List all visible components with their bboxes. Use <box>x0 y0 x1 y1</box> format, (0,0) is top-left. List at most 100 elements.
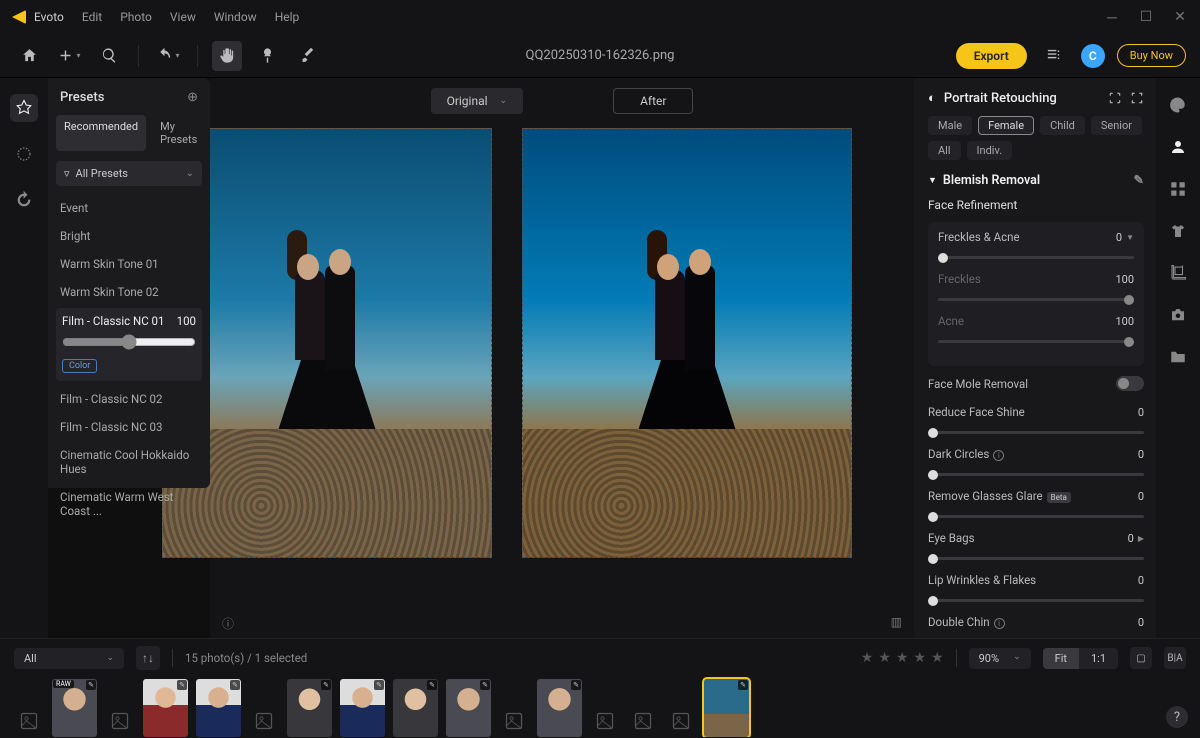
section-blemish-removal[interactable]: ▼ Blemish Removal ✎ <box>928 172 1144 188</box>
menu-photo[interactable]: Photo <box>120 10 152 24</box>
star-2[interactable]: ★ <box>878 650 891 666</box>
preset-item[interactable]: Warm Skin Tone 01 <box>56 250 202 278</box>
fit-button[interactable]: Fit <box>1043 648 1079 669</box>
portrait-retouch-icon[interactable] <box>1167 136 1189 158</box>
slider-input[interactable] <box>938 298 1134 301</box>
thumb-item[interactable]: ✎ <box>446 679 491 737</box>
gender-male[interactable]: Male <box>928 116 972 135</box>
preset-item[interactable]: Film - Classic NC 02 <box>56 385 202 413</box>
preset-item[interactable]: Warm Skin Tone 02 <box>56 278 202 306</box>
slider-input[interactable] <box>938 256 1134 259</box>
camera-icon[interactable] <box>1167 304 1189 326</box>
slider-input[interactable] <box>928 557 1144 560</box>
user-avatar[interactable]: C <box>1081 44 1105 68</box>
batch-icon[interactable] <box>1039 41 1069 71</box>
image-original[interactable] <box>162 128 492 558</box>
expand-icon[interactable] <box>1130 91 1144 105</box>
slider-input[interactable] <box>928 431 1144 434</box>
star-4[interactable]: ★ <box>913 650 926 666</box>
filmstrip-filter-dropdown[interactable]: All⌄ <box>14 648 124 669</box>
view-original-dropdown[interactable]: Original⌄ <box>431 88 524 114</box>
info-icon[interactable]: ⓘ <box>222 615 234 632</box>
undo-icon[interactable]: ▾ <box>153 41 183 71</box>
search-icon[interactable] <box>94 41 124 71</box>
add-icon[interactable]: ▾ <box>54 41 84 71</box>
preset-intensity-slider[interactable] <box>62 334 196 350</box>
slider-input[interactable] <box>928 473 1144 476</box>
single-view-icon[interactable]: ▢ <box>1130 647 1152 669</box>
image-after[interactable] <box>522 128 852 558</box>
thumb-placeholder[interactable] <box>249 705 279 737</box>
star-3[interactable]: ★ <box>896 650 909 666</box>
before-after-icon[interactable]: B|A <box>1164 647 1186 669</box>
edit-section-icon[interactable]: ✎ <box>1134 172 1144 188</box>
thumb-item[interactable]: ✎ <box>287 679 332 737</box>
menu-view[interactable]: View <box>170 10 196 24</box>
star-1[interactable]: ★ <box>861 650 874 666</box>
zoom-dropdown[interactable]: 90%⌄ <box>969 648 1031 669</box>
menu-help[interactable]: Help <box>275 10 300 24</box>
layout-icon[interactable]: ▥ <box>891 615 902 632</box>
thumb-placeholder[interactable] <box>590 705 620 737</box>
thumb-placeholder[interactable] <box>628 705 658 737</box>
add-preset-icon[interactable]: ⊕ <box>187 90 198 105</box>
thumb-placeholder[interactable] <box>14 705 44 737</box>
thumb-item[interactable]: ✎ <box>537 679 582 737</box>
thumb-placeholder[interactable] <box>105 705 135 737</box>
buy-now-button[interactable]: Buy Now <box>1117 44 1186 67</box>
chevron-right-icon[interactable]: ▶ <box>1138 534 1144 543</box>
slider-input[interactable] <box>928 515 1144 518</box>
home-icon[interactable] <box>14 41 44 71</box>
gender-senior[interactable]: Senior <box>1091 116 1142 135</box>
clothes-icon[interactable] <box>1167 220 1189 242</box>
thumb-item-selected[interactable]: ✎ <box>704 679 749 737</box>
thumb-placeholder[interactable] <box>666 705 696 737</box>
preset-item[interactable]: Event <box>56 194 202 222</box>
close-icon[interactable]: ✕ <box>1172 9 1188 26</box>
thumb-item[interactable]: ✎ <box>196 679 241 737</box>
preset-item[interactable]: Bright <box>56 222 202 250</box>
presets-category-dropdown[interactable]: ▿All Presets ⌄ <box>56 161 202 186</box>
gender-child[interactable]: Child <box>1040 116 1085 135</box>
preset-item[interactable]: Cinematic Warm West Coast ... <box>56 483 202 525</box>
brush-icon[interactable] <box>292 41 322 71</box>
folder-icon[interactable] <box>1167 346 1189 368</box>
thumb-item[interactable]: ✎ <box>340 679 385 737</box>
slider-input[interactable] <box>928 599 1144 602</box>
tab-recommended[interactable]: Recommended <box>56 115 146 151</box>
tree-icon[interactable] <box>252 41 282 71</box>
grid-icon[interactable] <box>1167 178 1189 200</box>
gender-female[interactable]: Female <box>978 116 1034 135</box>
thumb-item[interactable]: ✎ <box>393 679 438 737</box>
presets-tab-icon[interactable] <box>10 94 38 122</box>
hand-tool-icon[interactable] <box>212 41 242 71</box>
history-tab-icon[interactable] <box>10 186 38 214</box>
export-button[interactable]: Export <box>956 43 1027 69</box>
menu-edit[interactable]: Edit <box>82 10 102 24</box>
preset-item[interactable]: Film - Classic NC 03 <box>56 413 202 441</box>
crop-icon[interactable] <box>1167 262 1189 284</box>
menu-window[interactable]: Window <box>214 10 257 24</box>
thumb-item[interactable]: ✎ <box>143 679 188 737</box>
preset-item-selected[interactable]: Film - Classic NC 01 100 Color <box>56 308 202 381</box>
scan-face-icon[interactable] <box>1108 91 1122 105</box>
minimize-icon[interactable]: ─ <box>1104 9 1120 26</box>
onetoone-button[interactable]: 1:1 <box>1079 648 1118 669</box>
gender-all[interactable]: All <box>928 141 961 160</box>
tab-my-presets[interactable]: My Presets <box>152 115 205 151</box>
chevron-down-icon[interactable]: ▼ <box>1126 233 1134 242</box>
maximize-icon[interactable]: ☐ <box>1138 9 1154 26</box>
sort-icon[interactable]: ↑↓ <box>136 646 160 670</box>
help-icon[interactable]: ? <box>1166 706 1188 728</box>
gender-indiv[interactable]: Indiv. <box>967 141 1013 160</box>
info-icon[interactable]: i <box>994 618 1005 629</box>
color-palette-icon[interactable] <box>1167 94 1189 116</box>
preset-item[interactable]: Cinematic Cool Hokkaido Hues <box>56 441 202 483</box>
adjustments-tab-icon[interactable] <box>10 140 38 168</box>
slider-input[interactable] <box>938 340 1134 343</box>
star-5[interactable]: ★ <box>931 650 944 666</box>
toggle-switch[interactable] <box>1116 376 1144 391</box>
info-icon[interactable]: i <box>993 450 1004 461</box>
thumb-placeholder[interactable] <box>499 705 529 737</box>
thumb-item[interactable]: RAW✎ <box>52 679 97 737</box>
